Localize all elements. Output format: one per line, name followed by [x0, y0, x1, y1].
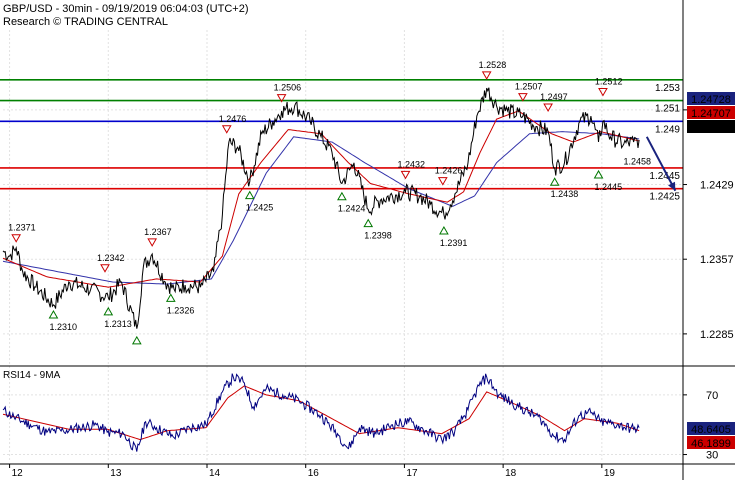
high-label: 1.2506 — [274, 83, 302, 93]
level-label: 1.253 — [655, 83, 680, 94]
y-tick-label: 1.2429 — [700, 180, 734, 192]
high-label: 1.2528 — [479, 60, 507, 70]
x-tick-label: 12 — [12, 468, 24, 479]
level-note-label: 1.2458 — [623, 156, 651, 166]
high-label: 1.2371 — [8, 223, 36, 233]
rsi-box-label: 48.6405 — [691, 424, 731, 436]
low-label: 1.2438 — [551, 189, 579, 199]
high-label: 1.2512 — [595, 76, 623, 86]
low-label: 1.2310 — [49, 322, 77, 332]
level-label: 1.251 — [655, 104, 680, 115]
high-label: 1.2497 — [540, 92, 568, 102]
low-label: 1.2326 — [167, 305, 195, 315]
low-label: 1.2425 — [246, 203, 274, 213]
high-label: 1.2367 — [144, 227, 172, 237]
low-label: 1.2313 — [104, 319, 132, 329]
high-label: 1.2476 — [219, 114, 247, 124]
low-label: 1.2445 — [595, 182, 623, 192]
y-tick-label: 1.2285 — [700, 329, 734, 341]
high-label: 1.2426 — [435, 166, 463, 176]
chart-title: GBP/USD - 30min - 09/19/2019 06:04:03 (U… — [3, 3, 248, 15]
chart-root: GBP/USD - 30min - 09/19/2019 06:04:03 (U… — [0, 0, 735, 480]
rsi-box-label: 46.1899 — [691, 438, 731, 450]
high-label: 1.2507 — [515, 82, 543, 92]
chart-credit: Research © TRADING CENTRAL — [3, 16, 168, 28]
low-label: 1.2398 — [364, 231, 392, 241]
x-tick-label: 13 — [110, 468, 122, 479]
rsi-tick-label: 30 — [706, 450, 718, 462]
annotation-label: 1.2458 — [623, 156, 651, 166]
low-label: 1.2424 — [338, 204, 366, 214]
x-tick-label: 17 — [406, 468, 418, 479]
high-label: 1.2342 — [97, 253, 125, 263]
x-tick-label: 18 — [505, 468, 517, 479]
price-box-label: 1.247 — [697, 122, 725, 134]
rsi-title: RSI14 - 9MA — [3, 370, 61, 381]
price-box-label: 1.24707 — [691, 108, 731, 120]
price-box-label: 1.24728 — [691, 94, 731, 106]
x-tick-label: 16 — [308, 468, 320, 479]
y-tick-label: 1.2357 — [700, 254, 734, 266]
high-label: 1.2432 — [398, 159, 426, 169]
low-label: 1.2391 — [440, 238, 468, 248]
rsi-tick-label: 70 — [706, 390, 718, 402]
level-label: 1.2425 — [649, 192, 680, 203]
level-label: 1.249 — [655, 124, 680, 135]
x-tick-label: 19 — [604, 468, 616, 479]
x-tick-label: 14 — [209, 468, 221, 479]
